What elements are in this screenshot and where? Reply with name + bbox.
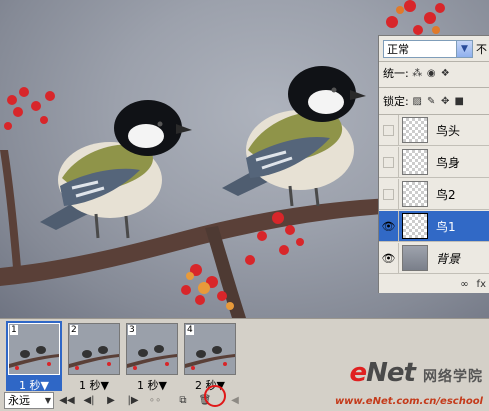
visibility-toggle[interactable]	[379, 178, 399, 210]
layer-thumbnail	[402, 245, 428, 271]
layer-name: 鸟2	[436, 187, 456, 202]
layers-panel: 正常 ▼ 不 统一: ⁂ ◉ ❖ 锁定: ▨ ✎ ✥ ■ 鸟头 鸟身 鸟2 👁 …	[378, 35, 489, 293]
unify-position-icon[interactable]: ⁂	[412, 68, 423, 79]
hidden-eye-icon	[383, 124, 394, 136]
logo-e: e	[349, 358, 367, 388]
layer-name: 鸟头	[436, 123, 461, 138]
frame-thumbnail: 3	[126, 323, 178, 375]
play-icon[interactable]: ▶	[102, 392, 120, 408]
frame-thumbnail: 2	[68, 323, 120, 375]
fx-icon[interactable]: fx	[477, 279, 486, 290]
layer-name: 鸟1	[436, 219, 456, 234]
unify-label: 统一:	[383, 67, 409, 80]
highlight-circle	[204, 385, 226, 407]
first-frame-icon[interactable]: ◀◀	[58, 392, 76, 408]
lock-move-icon[interactable]: ✥	[440, 96, 451, 107]
prev-frame-icon[interactable]: ◀|	[80, 392, 98, 408]
lock-transparency-icon[interactable]: ▨	[412, 96, 423, 107]
lock-all-icon[interactable]: ■	[454, 96, 465, 107]
divider	[379, 61, 489, 62]
loop-options-select[interactable]: 永远 ▼	[4, 391, 54, 409]
blend-mode-value: 正常	[387, 43, 409, 56]
frame-number: 4	[186, 325, 194, 335]
layers-footer: ∞ fx	[379, 276, 489, 293]
animation-frame[interactable]: 4 2 秒▼	[182, 321, 238, 392]
layer-thumbnail	[402, 117, 428, 143]
frame-number: 3	[128, 325, 136, 335]
loop-option-value: 永远	[8, 394, 30, 407]
layer-name: 背景	[436, 251, 461, 266]
hidden-eye-icon	[383, 156, 394, 168]
enet-logo: eNet 网络学院	[349, 358, 483, 388]
layer-row-bird-1[interactable]: 👁 鸟1	[379, 210, 489, 242]
hidden-eye-icon	[383, 188, 394, 200]
layer-row-bird-head[interactable]: 鸟头	[379, 114, 489, 146]
unify-visibility-icon[interactable]: ◉	[426, 68, 437, 79]
lock-label: 锁定:	[383, 95, 409, 108]
visibility-toggle[interactable]: 👁	[379, 242, 399, 274]
animation-frame[interactable]: 2 1 秒▼	[66, 321, 122, 392]
frame-number: 1	[10, 325, 18, 335]
divider	[379, 87, 489, 88]
tween-icon[interactable]: ∘∘	[146, 392, 164, 408]
opacity-label: 不	[476, 43, 487, 56]
logo-cn: 网络学院	[423, 369, 483, 385]
chevron-down-icon: ▼	[44, 395, 51, 405]
layer-thumbnail	[402, 149, 428, 175]
visibility-toggle[interactable]: 👁	[379, 210, 399, 242]
frame-number: 2	[70, 325, 78, 335]
watermark-url: www.eNet.com.cn/eschool	[334, 396, 483, 407]
blend-mode-select[interactable]: 正常 ▼	[383, 40, 473, 58]
visibility-toggle[interactable]	[379, 114, 399, 146]
lock-paint-icon[interactable]: ✎	[426, 96, 437, 107]
layer-thumbnail	[402, 213, 428, 239]
logo-net: Net	[366, 358, 416, 388]
layer-row-background[interactable]: 👁 背景	[379, 242, 489, 274]
layer-row-bird-2[interactable]: 鸟2	[379, 178, 489, 210]
scroll-left-icon[interactable]: ◀	[226, 392, 244, 408]
frame-thumbnail: 4	[184, 323, 236, 375]
layer-name: 鸟身	[436, 155, 461, 170]
animation-frame[interactable]: 1 1 秒▼	[6, 321, 62, 392]
visibility-toggle[interactable]	[379, 146, 399, 178]
eye-icon: 👁	[381, 219, 396, 233]
unify-row: 统一: ⁂ ◉ ❖	[383, 65, 451, 81]
blend-mode-row: 正常 ▼ 不	[383, 39, 487, 59]
link-icon[interactable]: ∞	[460, 279, 468, 290]
next-frame-icon[interactable]: |▶	[124, 392, 142, 408]
layer-row-bird-body[interactable]: 鸟身	[379, 146, 489, 178]
eye-icon: 👁	[381, 251, 396, 265]
animation-frame[interactable]: 3 1 秒▼	[124, 321, 180, 392]
duplicate-frame-icon[interactable]: ⧉	[174, 392, 192, 408]
layer-thumbnail	[402, 181, 428, 207]
lock-row: 锁定: ▨ ✎ ✥ ■	[383, 93, 465, 109]
frame-thumbnail: 1	[8, 323, 60, 375]
unify-style-icon[interactable]: ❖	[440, 68, 451, 79]
chevron-down-icon[interactable]: ▼	[456, 41, 472, 57]
